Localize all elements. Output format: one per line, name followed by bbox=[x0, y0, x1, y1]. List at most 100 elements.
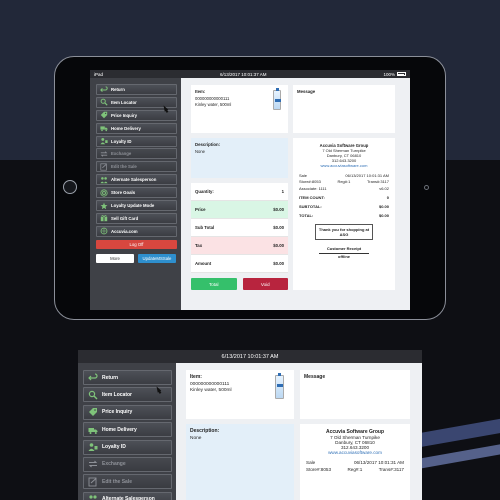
item-card: Item: 000000000000111 Kinley water, 500m… bbox=[191, 85, 288, 133]
sidebar-item-label: Exchange bbox=[102, 461, 126, 468]
sidebar: Return Item Locator Price Inquiry Home Deli… bbox=[90, 78, 181, 310]
register-number: Reg#:1 bbox=[337, 179, 351, 185]
sidebar-item-alternate-salesperson[interactable]: Alternate Salesperson bbox=[96, 174, 177, 186]
offline-label: offline bbox=[319, 252, 369, 259]
sidebar-item-label: Accuvia.com bbox=[111, 228, 138, 234]
sidebar-item-label: Sell Gift Card bbox=[111, 215, 139, 221]
receipt-total-value: $0.00 bbox=[378, 212, 389, 218]
update-sale-button[interactable]: UpdateMSSale bbox=[138, 253, 176, 263]
sale-label: Sale bbox=[306, 460, 316, 466]
exchange-icon bbox=[87, 458, 99, 470]
clock: 6/13/2017 10:01:37 AM bbox=[221, 353, 279, 360]
message-label: Message bbox=[304, 374, 326, 380]
return-icon bbox=[100, 85, 108, 94]
description-value: None bbox=[195, 148, 206, 154]
sidebar-item-return[interactable]: Return bbox=[96, 84, 177, 95]
amount-label: Amount bbox=[195, 261, 212, 266]
logoff-button[interactable]: Log Off bbox=[96, 239, 177, 249]
pos-screen-enlarged: 6/13/2017 10:01:37 AM Return Item Locator… bbox=[78, 350, 422, 500]
total-button[interactable]: Total bbox=[191, 278, 237, 290]
sidebar-item-edit-the-sale[interactable]: Edit the Sale bbox=[83, 474, 172, 490]
more-button[interactable]: More bbox=[96, 253, 134, 263]
sidebar-item-edit-the-sale[interactable]: Edit the Sale bbox=[96, 161, 177, 173]
battery-indicator: 100% bbox=[383, 72, 406, 77]
sidebar-item-label: Loyalty ID bbox=[102, 444, 126, 451]
amount-value: $0.00 bbox=[273, 261, 284, 266]
sidebar-item-home-delivery[interactable]: Home Delivery bbox=[83, 422, 172, 438]
sidebar-item-label: Price Inquiry bbox=[111, 112, 138, 118]
loyalty-id-icon bbox=[100, 137, 108, 145]
price-value: $0.00 bbox=[273, 207, 284, 212]
receipt-url[interactable]: www.accuviasoftware.com bbox=[299, 163, 389, 168]
quantity-value: 1 bbox=[281, 189, 284, 194]
sidebar-item-label: Loyalty Update Mode bbox=[111, 203, 155, 209]
sidebar-item-home-delivery[interactable]: Home Delivery bbox=[96, 122, 177, 134]
item-code: 000000000000111 bbox=[195, 95, 230, 101]
price-row: Price $0.00 bbox=[191, 201, 288, 219]
sale-time: 06/13/2017 10:01:31 AM bbox=[345, 173, 389, 178]
main-content: Item: 000000000000111 Kinley water, 500m… bbox=[176, 363, 422, 500]
receipt-preview: Accuvia Software Group 7 Old Sherman Tur… bbox=[300, 424, 410, 500]
tax-row: Tax $0.00 bbox=[191, 237, 288, 255]
register-number: Reg#:1 bbox=[347, 466, 363, 472]
status-bar: iPad 6/13/2017 10:01:37 AM 100% bbox=[90, 70, 410, 78]
quantity-label: Quantity: bbox=[195, 189, 214, 194]
home-button[interactable] bbox=[63, 180, 77, 194]
sidebar-item-loyalty-id[interactable]: Loyalty ID bbox=[96, 135, 177, 147]
sale-label: Sale bbox=[299, 173, 308, 178]
item-count-value: 0 bbox=[386, 194, 389, 200]
subtotal-value: $0.00 bbox=[273, 225, 284, 230]
loyalty-update-icon bbox=[100, 202, 108, 210]
quantity-row: Quantity: 1 bbox=[191, 183, 288, 201]
description-value: None bbox=[190, 435, 202, 441]
sidebar-item-sell-gift-card[interactable]: Sell Gift Card bbox=[96, 212, 177, 224]
camera-icon bbox=[424, 185, 429, 190]
sidebar-item-price-inquiry[interactable]: Price Inquiry bbox=[83, 404, 172, 420]
totals-panel: Quantity: 1 Price $0.00 Sub Total $0.00 Tax… bbox=[191, 183, 288, 273]
item-locator-icon bbox=[100, 98, 108, 106]
loyalty-id-icon bbox=[87, 441, 99, 453]
sidebar-item-label: Edit the Sale bbox=[111, 164, 137, 170]
description-label: Description: bbox=[190, 428, 220, 435]
battery-percent: 100% bbox=[383, 71, 395, 77]
sidebar-item-label: Exchange bbox=[111, 151, 132, 157]
message-label: Message bbox=[297, 89, 316, 94]
sidebar-item-loyalty-id[interactable]: Loyalty ID bbox=[83, 439, 172, 455]
sidebar-item-loyalty-update-mode[interactable]: Loyalty Update Mode bbox=[96, 200, 177, 212]
price-inquiry-icon bbox=[87, 406, 99, 418]
store-goals-icon bbox=[100, 189, 108, 197]
price-label: Price bbox=[195, 207, 206, 212]
sidebar-item-return[interactable]: Return bbox=[83, 370, 172, 385]
sidebar-item-label: Alternate Salesperson bbox=[111, 177, 157, 183]
sidebar-item-alternate-salesperson[interactable]: Alternate Salesperson bbox=[83, 491, 172, 500]
thanks-message: Thank you for shopping at ASG bbox=[315, 223, 373, 240]
pos-screen: iPad 6/13/2017 10:01:37 AM 100% Return It… bbox=[90, 70, 410, 310]
sidebar-item-accuvia-com[interactable]: Accuvia.com bbox=[96, 225, 177, 237]
sidebar-item-label: Store Goals bbox=[111, 190, 136, 196]
item-name: Kinley water, 500ml bbox=[195, 102, 232, 107]
sidebar-item-exchange[interactable]: Exchange bbox=[96, 148, 177, 160]
main-content: Item: 000000000000111 Kinley water, 500m… bbox=[181, 78, 410, 310]
product-image bbox=[273, 88, 281, 110]
description-card: Description: None bbox=[191, 138, 288, 178]
amount-row: Amount $0.00 bbox=[191, 255, 288, 273]
customer-receipt-label: Customer Receipt bbox=[326, 245, 362, 251]
sidebar-item-label: Return bbox=[102, 374, 119, 381]
sidebar-item-label: Item Locator bbox=[111, 99, 137, 105]
sidebar-item-label: Loyalty ID bbox=[111, 138, 132, 144]
sidebar-item-store-goals[interactable]: Store Goals bbox=[96, 187, 177, 199]
delivery-truck-icon bbox=[100, 124, 108, 132]
receipt-subtotal-label: SUBTOTAL: bbox=[299, 203, 322, 209]
web-icon bbox=[100, 227, 108, 235]
description-card: Description: None bbox=[186, 424, 294, 500]
salesperson-icon bbox=[100, 176, 108, 184]
sidebar-item-label: Home Delivery bbox=[111, 125, 141, 131]
void-button[interactable]: Void bbox=[242, 278, 288, 290]
product-image bbox=[275, 373, 284, 399]
transaction-number: Trans#:3117 bbox=[378, 466, 404, 472]
receipt-url[interactable]: www.accuviasoftware.com bbox=[306, 450, 404, 455]
subtotal-row: Sub Total $0.00 bbox=[191, 219, 288, 237]
version: v6.02 bbox=[379, 185, 389, 191]
sidebar-item-exchange[interactable]: Exchange bbox=[83, 456, 172, 472]
clock: 6/13/2017 10:01:37 AM bbox=[219, 71, 267, 77]
